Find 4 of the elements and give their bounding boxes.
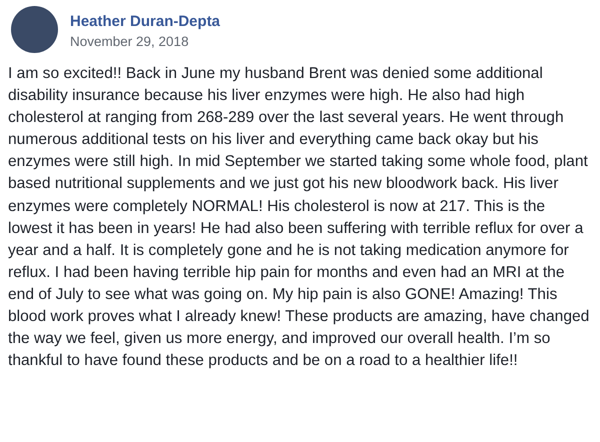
author-name[interactable]: Heather Duran-Depta bbox=[70, 12, 220, 30]
post-date: November 29, 2018 bbox=[70, 34, 190, 48]
post-text: I am so excited!! Back in June my husband Brent was denied some additional disability insurance because his liver enzymes were high. He also had high cholesterol at ranging from 268-289 over the last several years. He went through numerous additional tests on his liver and everything came back okay but his enzymes were still high. In mid September we started taking some whole food, plant based nutritional supplements and we just got his new bloodwork back. His liver enzymes were completely NORMAL! His cholesterol is now at 217. This is the lowest it has been in years! He had also been suffering with terrible reflux for over a year and a half. It is completely gone and he is not taking medication anymore for reflux. I had been having terrible hip pain for months and even had an MRI at the end of July to see what was going on. My hip pain is also GONE! Amazing! This blood work proves what I already knew! These products are amazing, have changed the way we feel, given us more energy, and improved our overall health. I’m so thankful to have found these products and be on a road to a healthier life!! bbox=[8, 64, 590, 372]
avatar-photo bbox=[11, 6, 58, 53]
